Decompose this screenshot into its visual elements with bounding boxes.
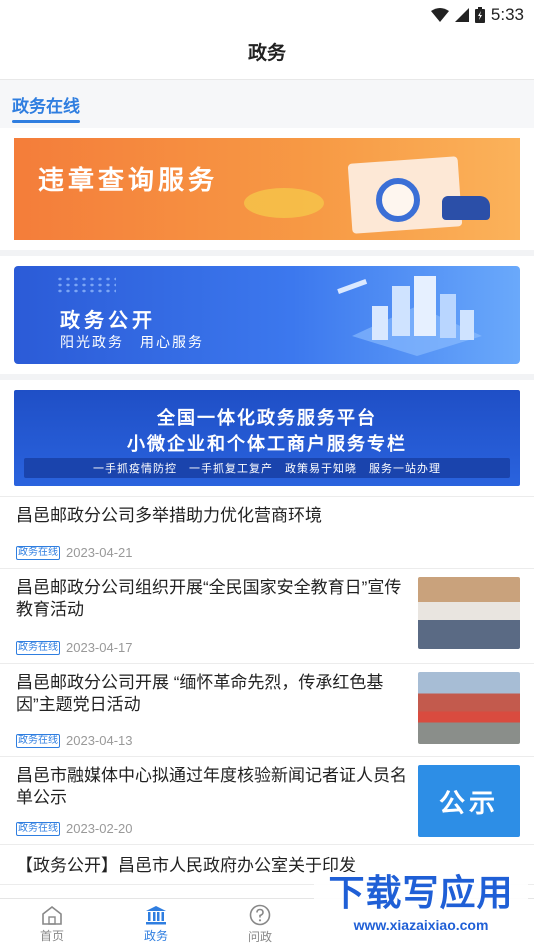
news-thumbnail: 公示 xyxy=(418,765,520,837)
status-bar: 5:33 xyxy=(0,0,534,30)
news-date: 2023-02-20 xyxy=(66,821,133,836)
banner-image: 政务公开 阳光政务 用心服务 xyxy=(14,266,520,364)
page-title: 政务 xyxy=(0,30,534,80)
watermark-main-text: 下载写应用 xyxy=(328,873,514,914)
tab-home[interactable]: 首页 xyxy=(0,899,104,950)
decorative-dots xyxy=(56,276,116,294)
home-icon xyxy=(42,905,62,925)
news-title: 昌邑邮政分公司组织开展“全民国家安全教育日”宣传教育活动 xyxy=(16,578,402,619)
news-title: 昌邑邮政分公司开展 “缅怀革命先烈，传承红色基因”主题党日活动 xyxy=(16,673,384,714)
banner-government-affairs[interactable]: 政务公开 阳光政务 用心服务 xyxy=(0,256,534,380)
banner-line-1: 全国一体化政务服务平台 xyxy=(157,408,377,428)
section-header: 政务在线 xyxy=(0,80,534,128)
list-item[interactable]: 昌邑邮政分公司多举措助力优化营商环境 政务在线 2023-04-21 xyxy=(0,497,534,569)
news-date: 2023-04-13 xyxy=(66,733,133,748)
category-tag: 政务在线 xyxy=(16,640,60,655)
news-meta: 政务在线 2023-02-20 xyxy=(16,821,408,836)
decorative-swirl xyxy=(244,188,324,218)
news-text: 昌邑邮政分公司开展 “缅怀革命先烈，传承红色基因”主题党日活动 政务在线 202… xyxy=(16,672,408,748)
banner-line-3: 一手抓疫情防控 一手抓复工复产 政策易于知晓 服务一站办理 xyxy=(24,458,510,478)
banner-subtitle: 阳光政务 用心服务 xyxy=(60,334,204,350)
news-text: 昌邑邮政分公司组织开展“全民国家安全教育日”宣传教育活动 政务在线 2023-0… xyxy=(16,577,408,655)
news-text: 昌邑邮政分公司多举措助力优化营商环境 政务在线 2023-04-21 xyxy=(16,505,520,560)
tab-government[interactable]: 政务 xyxy=(104,899,208,950)
news-meta: 政务在线 2023-04-17 xyxy=(16,640,408,655)
section-title[interactable]: 政务在线 xyxy=(12,92,80,123)
banner-violation-query[interactable]: 违章查询服务 xyxy=(0,128,534,256)
tab-label: 首页 xyxy=(39,929,64,943)
list-item[interactable]: 昌邑邮政分公司开展 “缅怀革命先烈，传承红色基因”主题党日活动 政务在线 202… xyxy=(0,664,534,757)
category-tag: 政务在线 xyxy=(16,545,60,560)
thumbnail-text: 公示 xyxy=(438,787,499,818)
category-tag: 政务在线 xyxy=(16,733,60,748)
list-item[interactable]: 昌邑邮政分公司组织开展“全民国家安全教育日”宣传教育活动 政务在线 2023-0… xyxy=(0,569,534,664)
news-thumbnail xyxy=(418,577,520,649)
news-title: 昌邑邮政分公司多举措助力优化营商环境 xyxy=(16,506,322,525)
news-meta: 政务在线 2023-04-13 xyxy=(16,733,408,748)
signal-icon xyxy=(454,8,469,22)
banner-image: 违章查询服务 xyxy=(14,138,520,240)
banner-text: 违章查询服务 xyxy=(38,165,219,195)
watermark-logo: 下载写应用 www.xiazaixiao.com xyxy=(314,872,528,942)
news-text: 昌邑市融媒体中心拟通过年度核验新闻记者证人员名单公示 政务在线 2023-02-… xyxy=(16,765,408,836)
watermark-url: www.xiazaixiao.com xyxy=(353,917,489,933)
news-thumbnail xyxy=(418,672,520,744)
status-time: 5:33 xyxy=(490,5,524,24)
battery-icon xyxy=(474,7,485,23)
banner-title: 政务公开 xyxy=(60,310,156,332)
news-date: 2023-04-21 xyxy=(66,545,133,560)
city-illustration xyxy=(337,276,482,356)
news-title: 昌邑市融媒体中心拟通过年度核验新闻记者证人员名单公示 xyxy=(16,766,407,807)
category-tag: 政务在线 xyxy=(16,821,60,836)
banner-sme-service[interactable]: 全国一体化政务服务平台 小微企业和个体工商户服务专栏 一手抓疫情防控 一手抓复工… xyxy=(0,380,534,497)
tab-label: 政务 xyxy=(143,929,168,943)
question-icon xyxy=(249,904,271,926)
car-icon xyxy=(442,196,490,220)
news-date: 2023-04-17 xyxy=(66,640,133,655)
tab-inquiry[interactable]: 问政 xyxy=(208,899,312,950)
tab-label: 问政 xyxy=(247,930,272,944)
wifi-icon xyxy=(430,8,449,22)
banner-image: 全国一体化政务服务平台 小微企业和个体工商户服务专栏 一手抓疫情防控 一手抓复工… xyxy=(14,390,520,486)
government-icon xyxy=(146,906,166,925)
news-list: 昌邑邮政分公司多举措助力优化营商环境 政务在线 2023-04-21 昌邑邮政分… xyxy=(0,497,534,885)
news-meta: 政务在线 2023-04-21 xyxy=(16,545,520,560)
banner-line-2: 小微企业和个体工商户服务专栏 xyxy=(127,434,407,454)
magnifier-icon xyxy=(376,178,420,222)
list-item[interactable]: 昌邑市融媒体中心拟通过年度核验新闻记者证人员名单公示 政务在线 2023-02-… xyxy=(0,757,534,845)
